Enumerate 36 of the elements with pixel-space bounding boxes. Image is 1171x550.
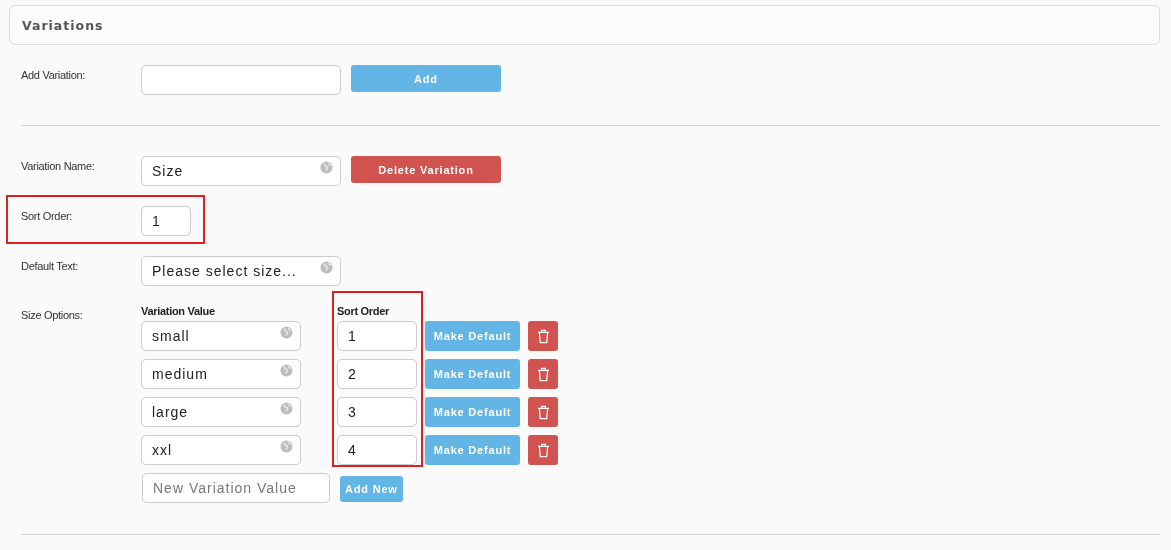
input-field[interactable]: 4 — [337, 435, 417, 465]
input-field[interactable]: 2 — [337, 359, 417, 389]
globe-icon — [320, 261, 333, 274]
input-field[interactable]: medium — [141, 359, 301, 389]
field-label: Variation Name: — [21, 159, 96, 174]
field-label: Add Variation: — [21, 68, 87, 83]
input-field[interactable]: 1 — [337, 321, 417, 351]
input-field[interactable]: 3 — [337, 397, 417, 427]
input-field[interactable] — [141, 65, 341, 95]
trash-icon — [536, 442, 550, 458]
field-label: Size Options: — [21, 308, 84, 323]
globe-icon — [280, 364, 293, 377]
globe-icon — [280, 440, 293, 453]
input-field[interactable]: small — [141, 321, 301, 351]
globe-icon — [280, 402, 293, 415]
panel-title: Variations — [22, 17, 104, 33]
field-label: Sort Order: — [21, 209, 74, 224]
delete-button[interactable] — [528, 397, 558, 427]
column-heading: Variation Value — [141, 305, 216, 317]
globe-icon — [320, 161, 333, 174]
input-field[interactable]: Please select size... — [141, 256, 341, 286]
trash-icon — [536, 328, 550, 344]
input-field[interactable]: New Variation Value — [142, 473, 330, 503]
delete-button[interactable] — [528, 321, 558, 351]
globe-icon — [280, 326, 293, 339]
input-field[interactable]: Size — [141, 156, 341, 186]
column-heading: Sort Order — [337, 305, 390, 317]
trash-icon — [536, 366, 550, 382]
input-field[interactable]: 1 — [141, 206, 191, 236]
delete-button[interactable]: Delete Variation — [351, 156, 501, 183]
delete-button[interactable] — [528, 359, 558, 389]
field-label: Default Text: — [21, 259, 80, 274]
delete-button[interactable] — [528, 435, 558, 465]
input-field[interactable]: large — [141, 397, 301, 427]
trash-icon — [536, 404, 550, 420]
input-field[interactable]: xxl — [141, 435, 301, 465]
